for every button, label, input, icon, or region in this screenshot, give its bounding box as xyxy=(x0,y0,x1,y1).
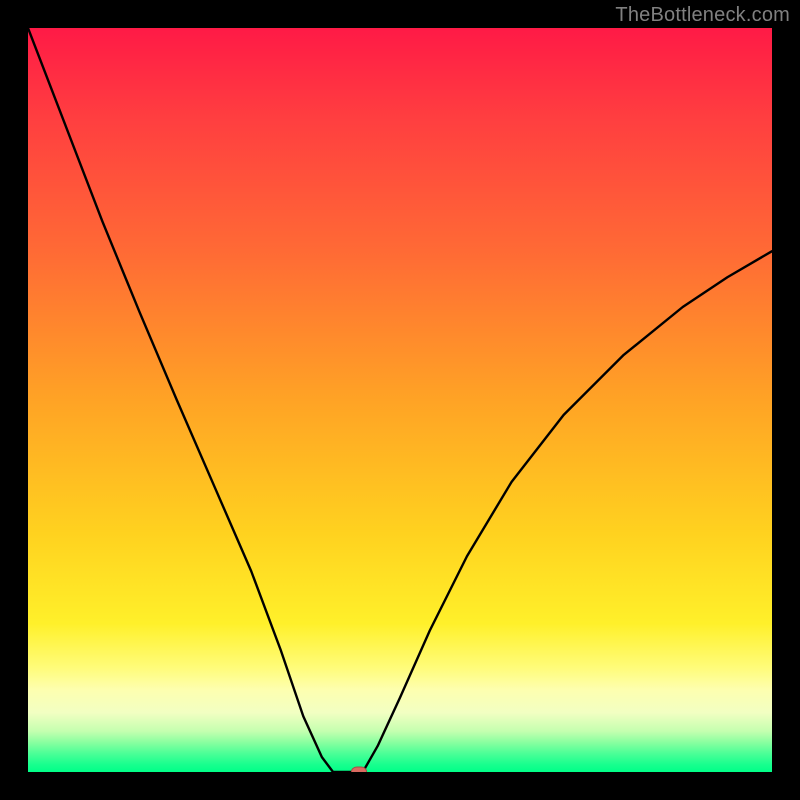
watermark-text: TheBottleneck.com xyxy=(615,4,790,27)
minimum-marker xyxy=(351,767,367,773)
plot-area xyxy=(28,28,772,772)
gradient-background xyxy=(28,28,772,772)
chart-frame: TheBottleneck.com xyxy=(0,0,800,800)
